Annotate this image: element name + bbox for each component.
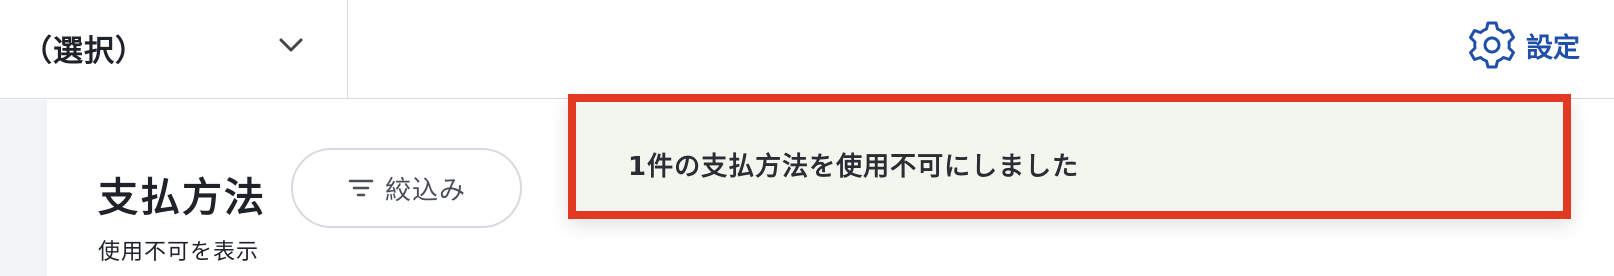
side-panel-edge (0, 100, 47, 276)
toast-message: 1件の支払方法を使用不可にしました (628, 152, 1080, 182)
show-disabled-toggle[interactable]: 使用不可を表示 (98, 234, 259, 266)
selection-dropdown-label: （選択） (22, 34, 146, 69)
selection-dropdown[interactable]: （選択） (0, 0, 348, 98)
settings-button[interactable]: 設定 (1464, 17, 1580, 73)
filter-button-label: 絞込み (384, 175, 466, 206)
settings-label: 設定 (1526, 32, 1580, 64)
top-header: （選択） 設定 (0, 0, 1614, 99)
page-title: 支払方法 (98, 175, 266, 221)
gear-icon (1469, 21, 1515, 69)
success-toast: 1件の支払方法を使用不可にしました (568, 94, 1571, 219)
chevron-down-icon (279, 38, 303, 52)
filter-icon (348, 179, 374, 197)
filter-button[interactable]: 絞込み (291, 148, 522, 228)
